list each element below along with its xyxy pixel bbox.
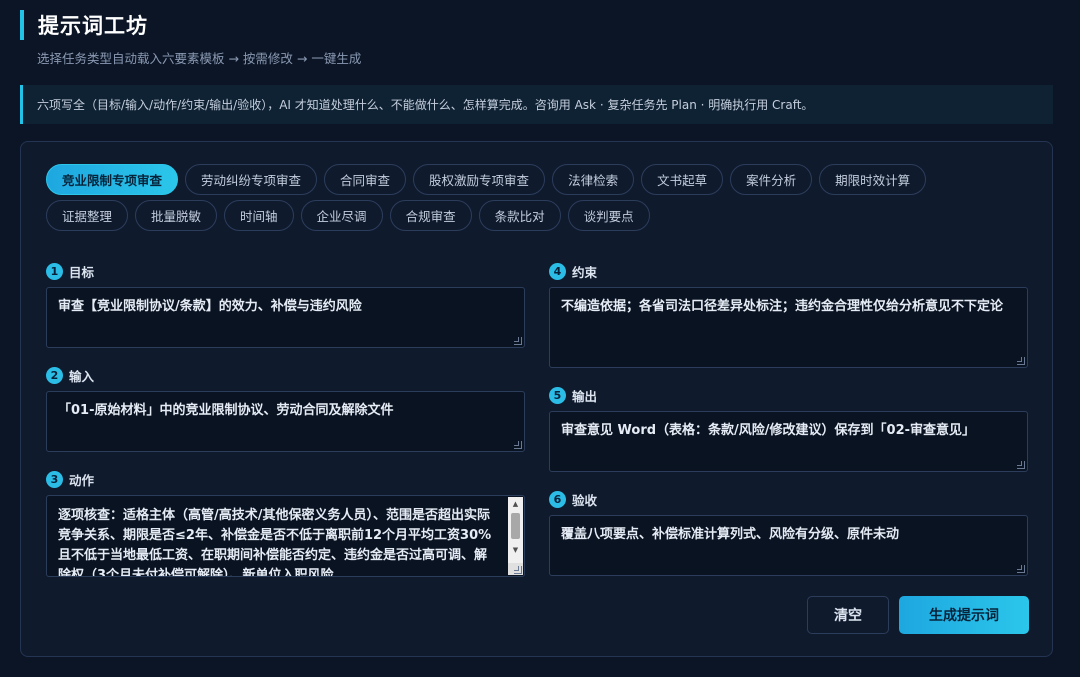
output-textarea[interactable]: 审查意见 Word（表格：条款/风险/修改建议）保存到「02-审查意见」: [549, 411, 1028, 472]
field-constraint: 4 约束 不编造依据；各省司法口径差异处标注；违约金合理性仅给分析意见不下定论: [549, 262, 1028, 368]
scroll-down-arrow-icon[interactable]: ▼: [508, 543, 523, 557]
field-action-title: 动作: [69, 472, 95, 488]
resize-handle-icon[interactable]: [1017, 461, 1025, 469]
acceptance-textarea[interactable]: 覆盖八项要点、补偿标准计算列式、风险有分级、原件未动: [549, 515, 1028, 576]
field-output-title: 输出: [572, 388, 598, 404]
number-badge: 3: [46, 470, 63, 488]
acceptance-text: 覆盖八项要点、补偿标准计算列式、风险有分级、原件未动: [561, 527, 900, 542]
number-badge: 6: [549, 490, 566, 508]
chip-evidence-organizing[interactable]: 证据整理: [46, 200, 129, 231]
constraint-text: 不编造依据；各省司法口径差异处标注；违约金合理性仅给分析意见不下定论: [561, 299, 1004, 314]
field-action-label: 3 动作: [46, 470, 525, 488]
resize-handle-icon[interactable]: [514, 337, 522, 345]
chip-due-diligence[interactable]: 企业尽调: [300, 200, 383, 231]
field-action: 3 动作 逐项核查：适格主体（高管/高技术/其他保密义务人员）、范围是否超出实际…: [46, 470, 525, 577]
chip-case-analysis[interactable]: 案件分析: [730, 164, 813, 195]
notice-banner: 六项写全（目标/输入/动作/约束/输出/验收），AI 才知道处理什么、不能做什么…: [20, 85, 1053, 124]
goal-textarea[interactable]: 审查【竞业限制协议/条款】的效力、补偿与违约风险: [46, 287, 525, 348]
chip-clause-comparison[interactable]: 条款比对: [478, 200, 561, 231]
field-goal-label: 1 目标: [46, 262, 525, 280]
number-badge: 4: [549, 262, 566, 280]
field-goal: 1 目标 审查【竞业限制协议/条款】的效力、补偿与违约风险: [46, 262, 525, 348]
action-textarea[interactable]: 逐项核查：适格主体（高管/高技术/其他保密义务人员）、范围是否超出实际竞争关系、…: [46, 495, 525, 577]
title-bar: 提示词工坊: [20, 10, 1060, 40]
chip-non-compete-review[interactable]: 竞业限制专项审查: [46, 164, 179, 195]
input-text: 「01-原始材料」中的竞业限制协议、劳动合同及解除文件: [58, 403, 394, 418]
chip-row-2: 证据整理 批量脱敏 时间轴 企业尽调 合规审查 条款比对 谈判要点: [46, 200, 1036, 231]
number-badge: 1: [46, 262, 63, 280]
number-badge: 5: [549, 386, 566, 404]
chip-labor-dispute-review[interactable]: 劳动纠纷专项审查: [185, 164, 318, 195]
resize-handle-icon[interactable]: [514, 566, 522, 574]
field-acceptance-label: 6 验收: [549, 490, 1028, 508]
action-scrollbar[interactable]: ▲ ▼: [508, 497, 523, 575]
field-output-label: 5 输出: [549, 386, 1028, 404]
field-constraint-label: 4 约束: [549, 262, 1028, 280]
action-text: 逐项核查：适格主体（高管/高技术/其他保密义务人员）、范围是否超出实际竞争关系、…: [58, 508, 492, 577]
page-header: 提示词工坊 选择任务类型自动载入六要素模板 → 按需修改 → 一键生成: [20, 10, 1060, 67]
constraint-textarea[interactable]: 不编造依据；各省司法口径差异处标注；违约金合理性仅给分析意见不下定论: [549, 287, 1028, 368]
input-textarea[interactable]: 「01-原始材料」中的竞业限制协议、劳动合同及解除文件: [46, 391, 525, 452]
field-constraint-title: 约束: [572, 264, 598, 280]
chip-equity-incentive-review[interactable]: 股权激励专项审查: [413, 164, 546, 195]
field-goal-title: 目标: [69, 264, 95, 280]
task-type-chips: 竞业限制专项审查 劳动纠纷专项审查 合同审查 股权激励专项审查 法律检索 文书起…: [46, 164, 1036, 236]
generate-prompt-button[interactable]: 生成提示词: [899, 596, 1029, 634]
chip-compliance-review[interactable]: 合规审查: [389, 200, 472, 231]
field-output: 5 输出 审查意见 Word（表格：条款/风险/修改建议）保存到「02-审查意见…: [549, 386, 1028, 472]
output-text: 审查意见 Word（表格：条款/风险/修改建议）保存到「02-审查意见」: [561, 423, 976, 438]
resize-handle-icon[interactable]: [514, 441, 522, 449]
chip-timeline[interactable]: 时间轴: [224, 200, 294, 231]
chip-limitation-calculation[interactable]: 期限时效计算: [819, 164, 927, 195]
resize-handle-icon[interactable]: [1017, 357, 1025, 365]
field-input-label: 2 输入: [46, 366, 525, 384]
chip-row-1: 竞业限制专项审查 劳动纠纷专项审查 合同审查 股权激励专项审查 法律检索 文书起…: [46, 164, 1036, 195]
goal-text: 审查【竞业限制协议/条款】的效力、补偿与违约风险: [58, 299, 362, 314]
chip-batch-desensitize[interactable]: 批量脱敏: [135, 200, 218, 231]
clear-button[interactable]: 清空: [807, 596, 889, 634]
workshop-panel: 竞业限制专项审查 劳动纠纷专项审查 合同审查 股权激励专项审查 法律检索 文书起…: [20, 141, 1053, 657]
scroll-thumb[interactable]: [511, 513, 520, 539]
page-subtitle: 选择任务类型自动载入六要素模板 → 按需修改 → 一键生成: [37, 51, 362, 66]
notice-text: 六项写全（目标/输入/动作/约束/输出/验收），AI 才知道处理什么、不能做什么…: [37, 98, 814, 112]
field-acceptance: 6 验收 覆盖八项要点、补偿标准计算列式、风险有分级、原件未动: [549, 490, 1028, 576]
field-input-title: 输入: [69, 368, 95, 384]
field-acceptance-title: 验收: [572, 492, 598, 508]
number-badge: 2: [46, 366, 63, 384]
chip-document-drafting[interactable]: 文书起草: [641, 164, 724, 195]
chip-legal-research[interactable]: 法律检索: [552, 164, 635, 195]
page-title: 提示词工坊: [38, 14, 148, 38]
chip-negotiation-points[interactable]: 谈判要点: [567, 200, 650, 231]
scroll-up-arrow-icon[interactable]: ▲: [508, 497, 523, 511]
chip-contract-review[interactable]: 合同审查: [324, 164, 407, 195]
field-input: 2 输入 「01-原始材料」中的竞业限制协议、劳动合同及解除文件: [46, 366, 525, 452]
resize-handle-icon[interactable]: [1017, 565, 1025, 573]
